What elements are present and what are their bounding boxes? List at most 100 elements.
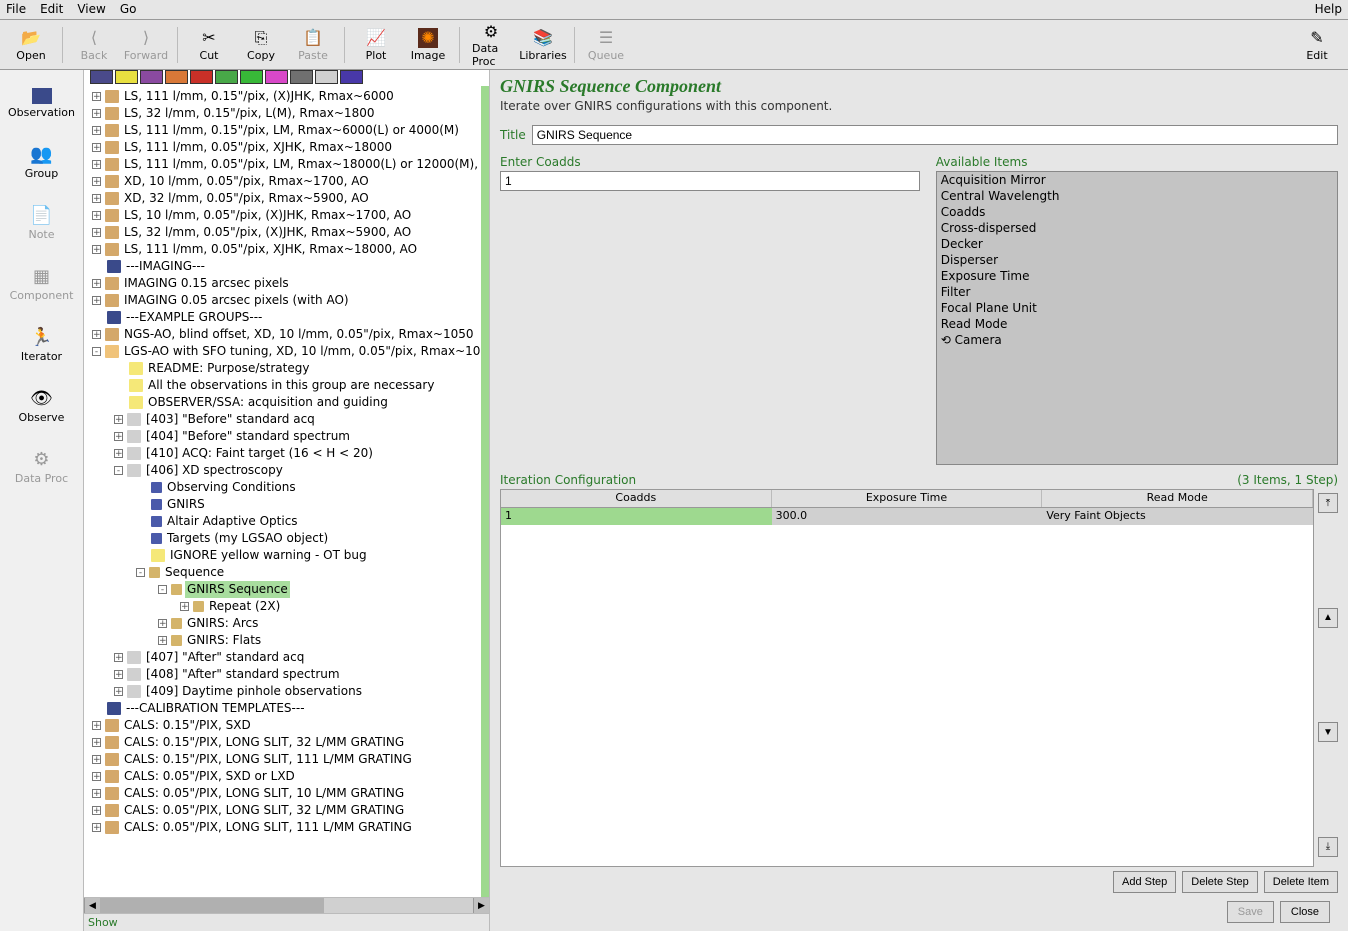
title-input[interactable] <box>532 125 1338 145</box>
tree-expander[interactable]: + <box>92 330 101 339</box>
tree-expander[interactable]: + <box>92 245 101 254</box>
available-item[interactable]: Read Mode <box>937 316 1337 332</box>
tree-expander[interactable]: + <box>92 143 101 152</box>
tree-expander[interactable]: + <box>114 653 123 662</box>
tree-expander[interactable]: + <box>92 126 101 135</box>
tree-row[interactable]: IGNORE yellow warning - OT bug <box>84 547 481 564</box>
tree-row[interactable]: +LS, 111 l/mm, 0.05"/pix, LM, Rmax~18000… <box>84 156 481 173</box>
side-note[interactable]: 📄Note <box>6 196 78 257</box>
tree-expander[interactable]: + <box>92 194 101 203</box>
tree-expander[interactable]: + <box>92 789 101 798</box>
delete-step-button[interactable]: Delete Step <box>1182 871 1257 893</box>
tree-row[interactable]: +[403] "Before" standard acq <box>84 411 481 428</box>
show-bar[interactable]: Show <box>84 913 489 931</box>
side-component[interactable]: ▦Component <box>6 257 78 318</box>
available-item[interactable]: Exposure Time <box>937 268 1337 284</box>
tree-expander[interactable]: + <box>114 415 123 424</box>
tree-expander[interactable]: + <box>92 738 101 747</box>
tree-row[interactable]: +CALS: 0.15"/PIX, SXD <box>84 717 481 734</box>
queue-button[interactable]: ☰Queue <box>581 24 631 66</box>
tree-row[interactable]: +Repeat (2X) <box>84 598 481 615</box>
forward-button[interactable]: ⟩Forward <box>121 24 171 66</box>
menu-view[interactable]: View <box>77 2 105 17</box>
tree-expander[interactable]: + <box>92 755 101 764</box>
side-observe[interactable]: 👁Observe <box>6 379 78 440</box>
add-step-button[interactable]: Add Step <box>1113 871 1176 893</box>
tree-expander[interactable]: + <box>92 772 101 781</box>
available-item[interactable]: Cross-dispersed <box>937 220 1337 236</box>
tree-expander[interactable]: + <box>92 721 101 730</box>
tree-row[interactable]: +IMAGING 0.15 arcsec pixels <box>84 275 481 292</box>
tree-expander[interactable]: + <box>92 296 101 305</box>
tree-expander[interactable]: + <box>92 228 101 237</box>
tree-row[interactable]: +[404] "Before" standard spectrum <box>84 428 481 445</box>
tree-row[interactable]: +NGS-AO, blind offset, XD, 10 l/mm, 0.05… <box>84 326 481 343</box>
color-swatch[interactable] <box>215 70 238 84</box>
move-down-button[interactable]: ▼ <box>1318 722 1338 742</box>
color-swatch[interactable] <box>340 70 363 84</box>
tree-expander[interactable]: + <box>92 160 101 169</box>
available-item[interactable]: Filter <box>937 284 1337 300</box>
tree-expander[interactable]: - <box>92 347 101 356</box>
coadds-input[interactable] <box>500 171 920 191</box>
available-items-list[interactable]: Acquisition MirrorCentral WavelengthCoad… <box>936 171 1338 465</box>
tree-row[interactable]: +[407] "After" standard acq <box>84 649 481 666</box>
back-button[interactable]: ⟨Back <box>69 24 119 66</box>
tree-row[interactable]: +LS, 111 l/mm, 0.15"/pix, LM, Rmax~6000(… <box>84 122 481 139</box>
move-top-button[interactable]: ⤒ <box>1318 493 1338 513</box>
tree-row[interactable]: +LS, 32 l/mm, 0.15"/pix, L(M), Rmax~1800 <box>84 105 481 122</box>
tree-expander[interactable]: + <box>180 602 189 611</box>
tree-row[interactable]: +CALS: 0.15"/PIX, LONG SLIT, 111 L/MM GR… <box>84 751 481 768</box>
tree-expander[interactable]: + <box>114 670 123 679</box>
tree-row[interactable]: +CALS: 0.05"/PIX, SXD or LXD <box>84 768 481 785</box>
tree-row[interactable]: +CALS: 0.05"/PIX, LONG SLIT, 32 L/MM GRA… <box>84 802 481 819</box>
tree-expander[interactable]: + <box>92 823 101 832</box>
tree-row[interactable]: Targets (my LGSAO object) <box>84 530 481 547</box>
open-button[interactable]: 📂Open <box>6 24 56 66</box>
tree-row[interactable]: ---IMAGING--- <box>84 258 481 275</box>
tree-row[interactable]: +LS, 111 l/mm, 0.05"/pix, XJHK, Rmax~180… <box>84 241 481 258</box>
move-bottom-button[interactable]: ⤓ <box>1318 837 1338 857</box>
column-header[interactable]: Exposure Time <box>772 490 1043 507</box>
program-tree[interactable]: +LS, 111 l/mm, 0.15"/pix, (X)JHK, Rmax~6… <box>84 86 489 897</box>
tree-expander[interactable]: + <box>114 449 123 458</box>
move-up-button[interactable]: ▲ <box>1318 608 1338 628</box>
table-cell[interactable]: 1 <box>501 508 772 525</box>
horizontal-scrollbar[interactable]: ◀▶ <box>84 897 489 913</box>
table-cell[interactable]: 300.0 <box>772 508 1043 525</box>
tree-row[interactable]: +[410] ACQ: Faint target (16 < H < 20) <box>84 445 481 462</box>
tree-expander[interactable]: + <box>92 211 101 220</box>
side-dataproc[interactable]: ⚙Data Proc <box>6 440 78 501</box>
tree-row[interactable]: +XD, 10 l/mm, 0.05"/pix, Rmax~1700, AO <box>84 173 481 190</box>
paste-button[interactable]: 📋Paste <box>288 24 338 66</box>
table-cell[interactable]: Very Faint Objects <box>1042 508 1313 525</box>
tree-row[interactable]: +CALS: 0.05"/PIX, LONG SLIT, 111 L/MM GR… <box>84 819 481 836</box>
tree-row[interactable]: +IMAGING 0.05 arcsec pixels (with AO) <box>84 292 481 309</box>
color-swatch[interactable] <box>240 70 263 84</box>
table-row[interactable]: 1300.0Very Faint Objects <box>501 508 1313 525</box>
tree-expander[interactable]: - <box>114 466 123 475</box>
tree-row[interactable]: +CALS: 0.05"/PIX, LONG SLIT, 10 L/MM GRA… <box>84 785 481 802</box>
tree-row[interactable]: +LS, 111 l/mm, 0.15"/pix, (X)JHK, Rmax~6… <box>84 88 481 105</box>
dataproc-button[interactable]: ⚙Data Proc <box>466 24 516 66</box>
tree-row[interactable]: -[406] XD spectroscopy <box>84 462 481 479</box>
color-swatch[interactable] <box>190 70 213 84</box>
color-swatch[interactable] <box>265 70 288 84</box>
tree-row[interactable]: ---EXAMPLE GROUPS--- <box>84 309 481 326</box>
tree-expander[interactable]: + <box>114 432 123 441</box>
tree-expander[interactable]: - <box>158 585 167 594</box>
tree-row[interactable]: Altair Adaptive Optics <box>84 513 481 530</box>
color-swatch[interactable] <box>140 70 163 84</box>
tree-row[interactable]: -GNIRS Sequence <box>84 581 481 598</box>
tree-row[interactable]: +LS, 111 l/mm, 0.05"/pix, XJHK, Rmax~180… <box>84 139 481 156</box>
column-header[interactable]: Read Mode <box>1042 490 1313 507</box>
color-swatch[interactable] <box>115 70 138 84</box>
delete-item-button[interactable]: Delete Item <box>1264 871 1338 893</box>
tree-row[interactable]: +XD, 32 l/mm, 0.05"/pix, Rmax~5900, AO <box>84 190 481 207</box>
tree-row[interactable]: Observing Conditions <box>84 479 481 496</box>
tree-expander[interactable]: + <box>92 279 101 288</box>
tree-expander[interactable]: - <box>136 568 145 577</box>
menu-file[interactable]: File <box>6 2 26 17</box>
edit-button[interactable]: ✎Edit <box>1292 24 1342 66</box>
plot-button[interactable]: 📈Plot <box>351 24 401 66</box>
